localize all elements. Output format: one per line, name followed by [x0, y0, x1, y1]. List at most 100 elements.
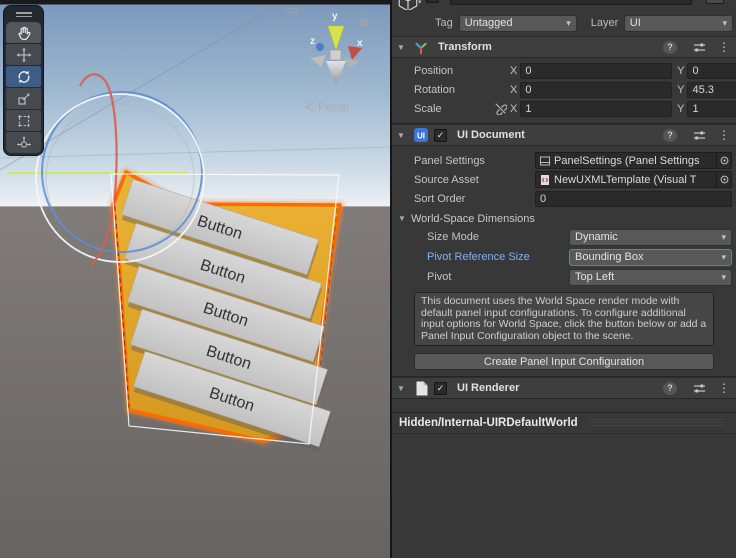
source-asset-row: Source Asset NewUXMLTemplate (Visual T: [392, 170, 736, 189]
tag-layer-row: Tag Untagged ▾ Layer UI ▾: [392, 10, 736, 36]
gizmo-center-cube[interactable]: [330, 50, 341, 60]
scale-row: Scale X Y Z: [392, 99, 736, 118]
scene-view: Button Button Button Button: [0, 0, 390, 558]
gameobject-header-partial: ▾: [392, 0, 736, 10]
axis-z-ball[interactable]: [316, 43, 324, 51]
sort-order-field[interactable]: [535, 191, 732, 207]
uxml-asset-icon: [539, 174, 551, 186]
axis-z-label: z: [310, 36, 315, 47]
pivot-row: Pivot Top Left ▾: [392, 267, 736, 287]
gameobject-active-checkbox[interactable]: [426, 0, 439, 3]
axis-y-label: y: [332, 11, 338, 22]
ui-renderer-header[interactable]: ▼ ✓ UI Renderer ? ⋮: [392, 377, 736, 399]
transform-icon: [410, 39, 432, 55]
ui-document-enabled-checkbox[interactable]: ✓: [434, 129, 447, 142]
svg-text:UI: UI: [417, 132, 425, 141]
persp-label: Persp: [318, 100, 350, 114]
constrain-proportions-icon[interactable]: [494, 102, 510, 115]
ui-document-title: UI Document: [457, 129, 663, 141]
rotation-y-field[interactable]: [687, 82, 736, 98]
chevron-down-icon: ▾: [721, 252, 726, 263]
panel-settings-asset-icon: [539, 155, 551, 167]
position-row: Position X Y Z: [392, 61, 736, 80]
transform-body: Position X Y Z Rotation X Y Z Scale: [392, 58, 736, 124]
foldout-icon[interactable]: ▼: [397, 384, 410, 393]
transform-tool-icon: [16, 135, 32, 151]
presets-icon[interactable]: [693, 129, 706, 142]
layer-dropdown[interactable]: UI ▾: [624, 15, 733, 32]
help-icon[interactable]: ?: [663, 129, 677, 142]
inspector-panel: ▾ Tag Untagged ▾ Layer UI ▾ ▼: [390, 0, 736, 558]
tag-dropdown[interactable]: Untagged ▾: [459, 15, 577, 32]
scene-tool-palette: [3, 5, 44, 156]
unity-editor-window: Button Button Button Button: [0, 0, 736, 558]
foldout-icon[interactable]: ▼: [397, 43, 410, 52]
sort-order-row: Sort Order: [392, 189, 736, 208]
rotate-icon: [16, 69, 32, 85]
presets-icon[interactable]: [693, 382, 706, 395]
object-picker-icon[interactable]: [716, 172, 731, 187]
source-asset-object-field[interactable]: NewUXMLTemplate (Visual T: [535, 171, 732, 188]
toolbar-drag-handle[interactable]: [6, 8, 41, 21]
create-panel-input-configuration-button[interactable]: Create Panel Input Configuration: [414, 353, 714, 370]
panel-settings-row: Panel Settings PanelSettings (Panel Sett…: [392, 151, 736, 170]
material-shader-bar[interactable]: Hidden/Internal-UIRDefaultWorld: [392, 412, 736, 434]
gameobject-name-field[interactable]: [450, 0, 692, 5]
world-space-help-box: This document uses the World Space rende…: [414, 292, 714, 346]
help-icon[interactable]: ?: [663, 41, 677, 54]
gameobject-static-button[interactable]: [706, 0, 724, 4]
presets-icon[interactable]: [693, 41, 706, 54]
layer-label: Layer: [591, 17, 624, 29]
gameobject-icon-dropdown[interactable]: ▾: [418, 0, 422, 6]
gameobject-cube-icon: [396, 0, 420, 10]
size-mode-dropdown[interactable]: Dynamic ▾: [569, 229, 732, 246]
axis-x-label: x: [357, 38, 363, 49]
size-mode-row: Size Mode Dynamic ▾: [392, 227, 736, 247]
panel-settings-object-field[interactable]: PanelSettings (Panel Settings: [535, 152, 732, 169]
rect-tool-button[interactable]: [6, 110, 41, 131]
foldout-icon[interactable]: ▼: [397, 131, 410, 140]
ui-document-body: Panel Settings PanelSettings (Panel Sett…: [392, 146, 736, 377]
rotation-row: Rotation X Y Z: [392, 80, 736, 99]
kebab-menu-icon[interactable]: ⋮: [718, 128, 730, 142]
pivot-reference-size-row: Pivot Reference Size Bounding Box ▾: [392, 247, 736, 267]
hand-icon: [16, 25, 32, 41]
transform-header[interactable]: ▼ Transform ? ⋮: [392, 36, 736, 58]
hand-tool-button[interactable]: [6, 22, 41, 43]
drag-handle-lines: [590, 419, 724, 428]
scale-tool-button[interactable]: [6, 88, 41, 109]
tag-label: Tag: [435, 17, 453, 29]
foldout-icon: ▼: [398, 214, 411, 223]
shader-name: Hidden/Internal-UIRDefaultWorld: [399, 417, 578, 429]
ui-renderer-icon: [410, 380, 432, 396]
rotate-tool-button[interactable]: [6, 66, 41, 87]
ui-renderer-enabled-checkbox[interactable]: ✓: [434, 382, 447, 395]
world-space-dimensions-foldout[interactable]: ▼ World-Space Dimensions: [392, 210, 736, 227]
scene-top-strip: [0, 0, 390, 5]
pivot-dropdown[interactable]: Top Left ▾: [569, 269, 732, 286]
chevron-down-icon: ▾: [722, 18, 727, 29]
ui-document-header[interactable]: ▼ UI ✓ UI Document ? ⋮: [392, 124, 736, 146]
rect-tool-icon: [16, 113, 32, 129]
kebab-menu-icon[interactable]: ⋮: [718, 381, 730, 395]
transform-title: Transform: [438, 41, 663, 53]
pivot-reference-size-dropdown[interactable]: Bounding Box ▾: [569, 249, 732, 266]
position-y-field[interactable]: [687, 63, 736, 79]
ui-renderer-title: UI Renderer: [457, 382, 663, 394]
object-picker-icon[interactable]: [716, 153, 731, 168]
help-icon[interactable]: ?: [663, 382, 677, 395]
chevron-down-icon: ▾: [721, 272, 726, 283]
chevron-down-icon: ▾: [566, 18, 571, 29]
position-x-field[interactable]: [520, 63, 672, 79]
scene-canvas: Button Button Button Button: [0, 0, 390, 558]
move-icon: [16, 47, 32, 63]
kebab-menu-icon[interactable]: ⋮: [718, 40, 730, 54]
transform-tool-button[interactable]: [6, 132, 41, 153]
move-tool-button[interactable]: [6, 44, 41, 65]
rotation-x-field[interactable]: [520, 82, 672, 98]
scale-icon: [16, 91, 32, 107]
ui-document-icon: UI: [410, 127, 432, 143]
scale-x-field[interactable]: [520, 101, 672, 117]
chevron-down-icon: ▾: [721, 232, 726, 243]
scale-y-field[interactable]: [687, 101, 736, 117]
